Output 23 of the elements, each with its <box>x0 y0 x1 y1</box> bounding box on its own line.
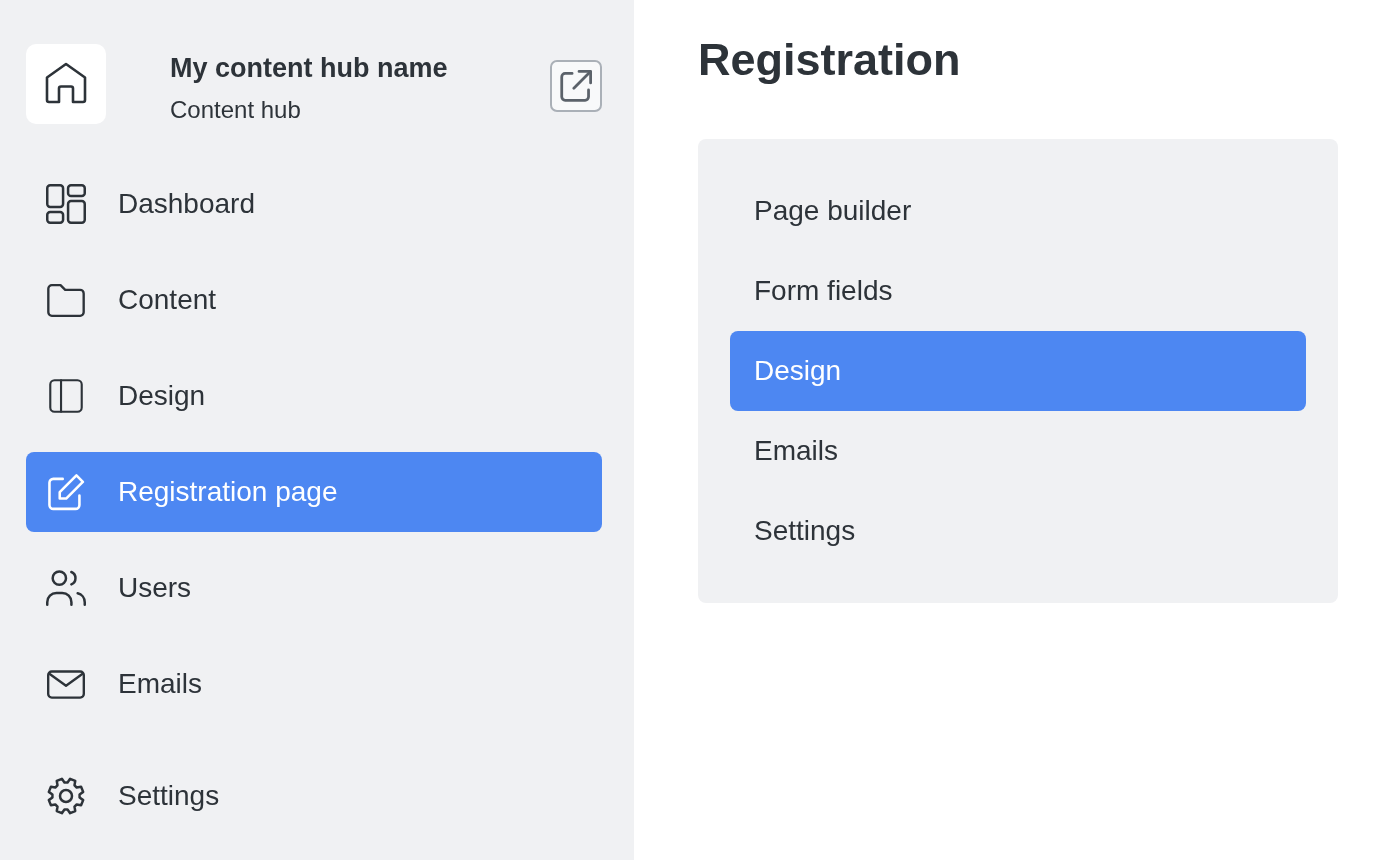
menu-item[interactable]: Form fields <box>730 251 1306 331</box>
nav-item[interactable]: Settings <box>26 756 602 836</box>
menu-item[interactable]: Emails <box>730 411 1306 491</box>
external-link-button[interactable] <box>550 60 602 112</box>
menu-item[interactable]: Settings <box>730 491 1306 571</box>
nav-item[interactable]: Users <box>26 548 602 628</box>
page-title: Registration <box>698 33 962 87</box>
nav-item[interactable]: Design <box>26 356 602 436</box>
users-icon <box>46 570 86 606</box>
hub-name: My content hub name <box>170 52 448 84</box>
folder-icon <box>47 283 85 317</box>
nav-item[interactable]: Dashboard <box>26 164 602 244</box>
settings-icon <box>46 776 86 816</box>
edit-icon <box>47 473 85 511</box>
menu-item[interactable]: Page builder <box>730 171 1306 251</box>
mail-icon <box>47 669 85 699</box>
home-icon <box>26 44 106 124</box>
nav-item[interactable]: Content <box>26 260 602 340</box>
hub-subtitle: Content hub <box>170 95 301 125</box>
panel-icon <box>49 379 83 413</box>
dashboard-icon <box>46 184 86 224</box>
external-link-icon <box>560 70 592 102</box>
nav-item[interactable]: Emails <box>26 644 602 724</box>
